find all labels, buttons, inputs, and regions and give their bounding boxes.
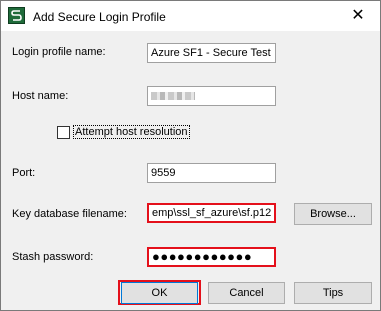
host-name-label: Host name: (12, 90, 69, 102)
close-icon[interactable]: ✕ (343, 5, 373, 27)
dialog-window: Add Secure Login Profile ✕ Login profile… (0, 0, 381, 311)
stash-password-input[interactable]: ●●●●●●●●●●●● (147, 247, 276, 267)
tips-button[interactable]: Tips (294, 282, 372, 304)
key-database-filename-input[interactable]: emp\ssl_sf_azure\sf.p12 (147, 203, 276, 223)
login-profile-name-input[interactable]: Azure SF1 - Secure Test (147, 43, 276, 63)
host-name-input[interactable] (147, 86, 276, 106)
redacted-host-value (151, 92, 195, 100)
port-label: Port: (12, 167, 36, 179)
port-input[interactable]: 9559 (147, 163, 276, 183)
key-database-filename-label: Key database filename: (12, 208, 127, 220)
ok-button[interactable]: OK (121, 282, 198, 304)
window-title: Add Secure Login Profile (33, 10, 166, 24)
app-logo-icon (8, 7, 25, 24)
login-profile-name-label: Login profile name: (12, 46, 106, 58)
stash-password-label: Stash password: (12, 251, 94, 263)
checkbox-icon[interactable] (57, 126, 70, 139)
cancel-button[interactable]: Cancel (208, 282, 285, 304)
title-bar: Add Secure Login Profile ✕ (1, 1, 380, 31)
browse-button[interactable]: Browse... (294, 203, 372, 225)
attempt-host-resolution-label[interactable]: Attempt host resolution (73, 125, 190, 139)
